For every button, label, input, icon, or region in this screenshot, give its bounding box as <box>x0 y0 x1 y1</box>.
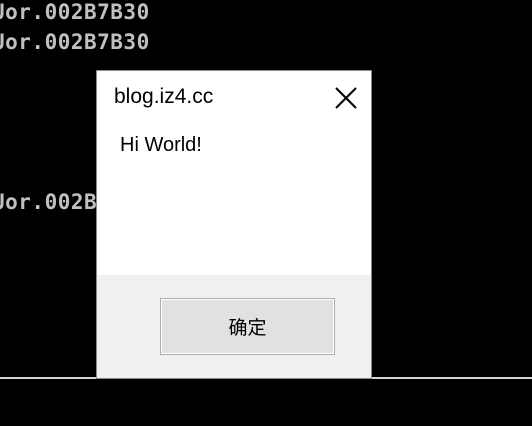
console-line: Uor.002B7B30 <box>0 30 150 54</box>
message-box-dialog: blog.iz4.cc Hi World! 确定 <box>96 70 372 379</box>
dialog-message: Hi World! <box>120 134 202 156</box>
dialog-footer: 确定 <box>97 275 371 378</box>
dialog-titlebar[interactable]: blog.iz4.cc <box>97 71 371 127</box>
close-icon <box>335 87 357 109</box>
close-button[interactable] <box>333 85 359 111</box>
dialog-title: blog.iz4.cc <box>114 85 214 108</box>
console-line: Uor.002B7B30 <box>0 0 150 24</box>
ok-button[interactable]: 确定 <box>160 298 335 355</box>
